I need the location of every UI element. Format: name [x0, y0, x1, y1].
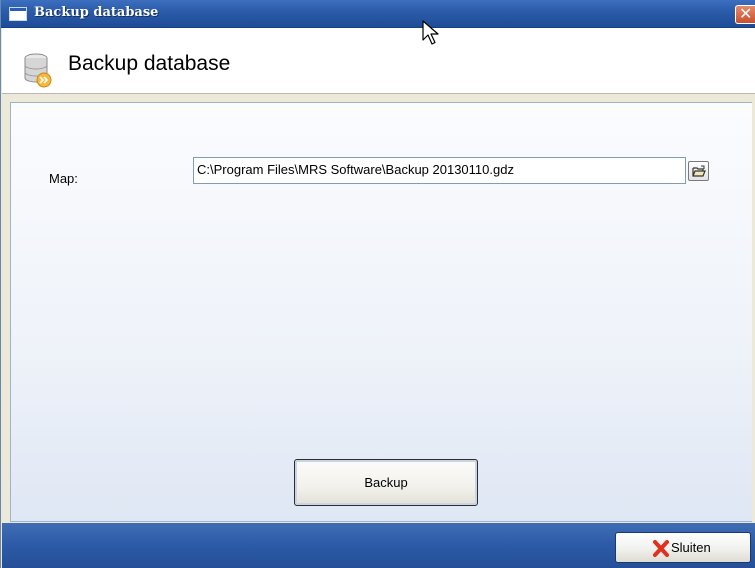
- backup-path-input[interactable]: C:\Program Files\MRS Software\Backup 201…: [193, 157, 686, 184]
- close-icon: ✕: [739, 4, 753, 23]
- map-label: Map:: [49, 171, 78, 186]
- dialog-heading: Backup database: [68, 52, 231, 75]
- database-backup-icon: [24, 53, 52, 88]
- sluiten-button[interactable]: Sluiten: [615, 532, 751, 563]
- content-panel: Map: C:\Program Files\MRS Software\Backu…: [10, 102, 752, 522]
- red-x-icon: [653, 540, 669, 557]
- window-title: Backup database: [34, 5, 159, 20]
- window-close-button[interactable]: ✕: [735, 4, 755, 24]
- mouse-pointer-icon: [422, 20, 439, 45]
- browse-button[interactable]: [688, 161, 709, 181]
- folder-open-icon: [692, 165, 706, 177]
- header-divider: [2, 95, 755, 102]
- sluiten-label: Sluiten: [671, 540, 711, 555]
- title-bar[interactable]: Backup database ✕: [1, 0, 755, 28]
- window-icon: [9, 7, 27, 21]
- backup-dialog: Backup database ✕ Backup database Map: C…: [0, 0, 755, 568]
- footer-bar: Sluiten: [2, 523, 755, 568]
- dialog-header: Backup database: [2, 28, 755, 94]
- backup-button[interactable]: Backup: [294, 459, 478, 506]
